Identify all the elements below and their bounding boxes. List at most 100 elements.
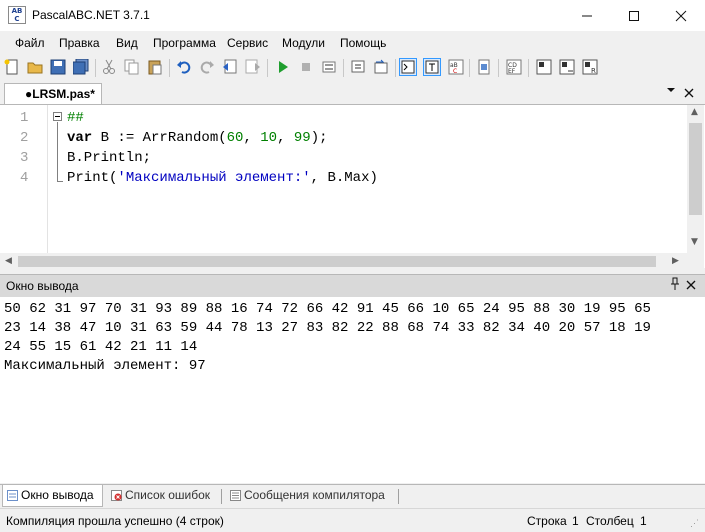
tab-label: Список ошибок: [125, 488, 211, 502]
stop-icon: [302, 63, 310, 71]
undo-button[interactable]: [175, 58, 193, 76]
menu-service[interactable]: Сервис: [227, 36, 268, 50]
navigate-back-button[interactable]: [221, 58, 239, 76]
output-line: 50 62 31 97 70 31 93 89 88 16 74 72 66 4…: [4, 301, 651, 317]
pin-panel-button[interactable]: [670, 277, 680, 294]
status-column-label: Столбец: [586, 514, 634, 528]
scrollbar-thumb[interactable]: [18, 256, 656, 267]
code-line-1: ##: [67, 110, 84, 126]
code-keyword: var: [67, 130, 93, 146]
scissors-icon: [103, 59, 115, 74]
menu-modules[interactable]: Модули: [282, 36, 325, 50]
code-number: 10: [260, 130, 278, 146]
svg-text:R: R: [591, 67, 596, 75]
output-window[interactable]: 50 62 31 97 70 31 93 89 88 16 74 72 66 4…: [0, 297, 705, 483]
output-panel-header: Окно вывода: [0, 274, 705, 297]
toolbar-separator: [395, 59, 396, 77]
tab-compiler-messages[interactable]: Сообщения компилятора: [226, 485, 396, 507]
status-bar: Компиляция прошла успешно (4 строк) Стро…: [0, 508, 705, 532]
fold-toggle-icon[interactable]: [53, 112, 62, 121]
abc-icon: aBC: [448, 59, 464, 75]
debug-icon: [322, 61, 336, 73]
copy-button[interactable]: [123, 58, 141, 76]
menu-bar: Файл Правка Вид Программа Сервис Модули …: [0, 31, 705, 55]
document-icon: [478, 59, 490, 75]
svg-text:EF: EF: [508, 68, 516, 75]
scroll-right-icon[interactable]: ▶: [672, 256, 679, 266]
run-button[interactable]: [274, 58, 292, 76]
paste-button[interactable]: [146, 58, 164, 76]
line-number: 2: [20, 130, 29, 146]
nav-forward-icon: [245, 59, 260, 74]
cut-button[interactable]: [100, 58, 118, 76]
build-button[interactable]: [558, 58, 576, 76]
document-button[interactable]: [475, 58, 493, 76]
tab-output-window[interactable]: Окно вывода: [2, 485, 103, 507]
menu-file[interactable]: Файл: [15, 36, 45, 50]
console-button[interactable]: [399, 58, 417, 76]
menu-edit[interactable]: Правка: [59, 36, 100, 50]
scroll-left-icon[interactable]: ◀: [5, 256, 12, 266]
window-title: PascalABC.NET 3.7.1: [32, 8, 150, 22]
code-text: Print(: [67, 170, 118, 186]
pin-icon: [671, 277, 679, 290]
code-format-button[interactable]: CD EF: [505, 58, 523, 76]
maximize-button[interactable]: [611, 0, 657, 31]
tab-separator: [398, 489, 399, 504]
save-all-button[interactable]: [72, 58, 90, 76]
scroll-up-icon[interactable]: ▲: [691, 107, 698, 117]
compile-button[interactable]: [535, 58, 553, 76]
output-line: Максимальный элемент: 97: [4, 358, 206, 374]
close-window-button[interactable]: [658, 0, 704, 31]
redo-button[interactable]: [198, 58, 216, 76]
editor-horizontal-scrollbar[interactable]: ◀ ▶: [0, 253, 687, 270]
stop-button[interactable]: [297, 58, 315, 76]
new-file-button[interactable]: [3, 58, 21, 76]
debug-button[interactable]: [320, 58, 338, 76]
editor-vertical-scrollbar[interactable]: ▲ ▼: [687, 105, 704, 253]
error-list-icon: [111, 490, 122, 501]
step-over-icon: [374, 59, 388, 74]
menu-view[interactable]: Вид: [116, 36, 138, 50]
minimize-button[interactable]: [564, 0, 610, 31]
copy-icon: [124, 59, 139, 75]
bottom-tab-strip: Окно вывода Список ошибок Сообщения комп…: [0, 484, 705, 509]
toolbar-separator: [498, 59, 499, 77]
rebuild-button[interactable]: R: [581, 58, 599, 76]
tab-list-dropdown[interactable]: [666, 86, 676, 97]
open-file-button[interactable]: [26, 58, 44, 76]
save-all-icon: [73, 59, 89, 75]
code-editor[interactable]: 1 2 3 4 ## var B := ArrRandom(60, 10, 99…: [0, 105, 705, 270]
resize-grip-icon[interactable]: ⋰: [690, 518, 700, 529]
open-folder-icon: [27, 62, 43, 74]
tab-lrsm-pas[interactable]: ●LRSM.pas*: [4, 83, 102, 104]
code-line-2: var B := ArrRandom(60, 10, 99);: [67, 130, 328, 146]
step-into-button[interactable]: [349, 58, 367, 76]
line-number: 4: [20, 170, 29, 186]
close-output-button[interactable]: [686, 276, 696, 294]
menu-help[interactable]: Помощь: [340, 36, 386, 50]
close-icon: [686, 280, 696, 290]
save-button[interactable]: [49, 58, 67, 76]
step-over-button[interactable]: [372, 58, 390, 76]
scrollbar-thumb[interactable]: [689, 123, 702, 215]
minimize-icon: [582, 15, 592, 17]
navigate-forward-button[interactable]: [244, 58, 262, 76]
tab-error-list[interactable]: Список ошибок: [107, 485, 219, 507]
editor-tab-strip: ●LRSM.pas*: [0, 82, 705, 105]
menu-program[interactable]: Программа: [153, 36, 216, 50]
text-mode-button[interactable]: [423, 58, 441, 76]
code-line-4: Print('Максимальный элемент:', B.Max): [67, 170, 378, 186]
status-message: Компиляция прошла успешно (4 строк): [6, 514, 224, 528]
code-text: ,: [243, 130, 261, 146]
close-tab-button[interactable]: [684, 84, 694, 102]
code-format-icon: CDEF: [506, 59, 522, 75]
code-text: );: [310, 130, 328, 146]
close-icon: [675, 10, 687, 22]
scroll-down-icon[interactable]: ▼: [691, 237, 698, 247]
fold-guide: [57, 122, 58, 182]
abc-button[interactable]: aB C: [447, 58, 465, 76]
code-text: , B.Max): [310, 170, 378, 186]
output-window-icon: [7, 490, 18, 501]
tab-separator: [221, 489, 222, 504]
